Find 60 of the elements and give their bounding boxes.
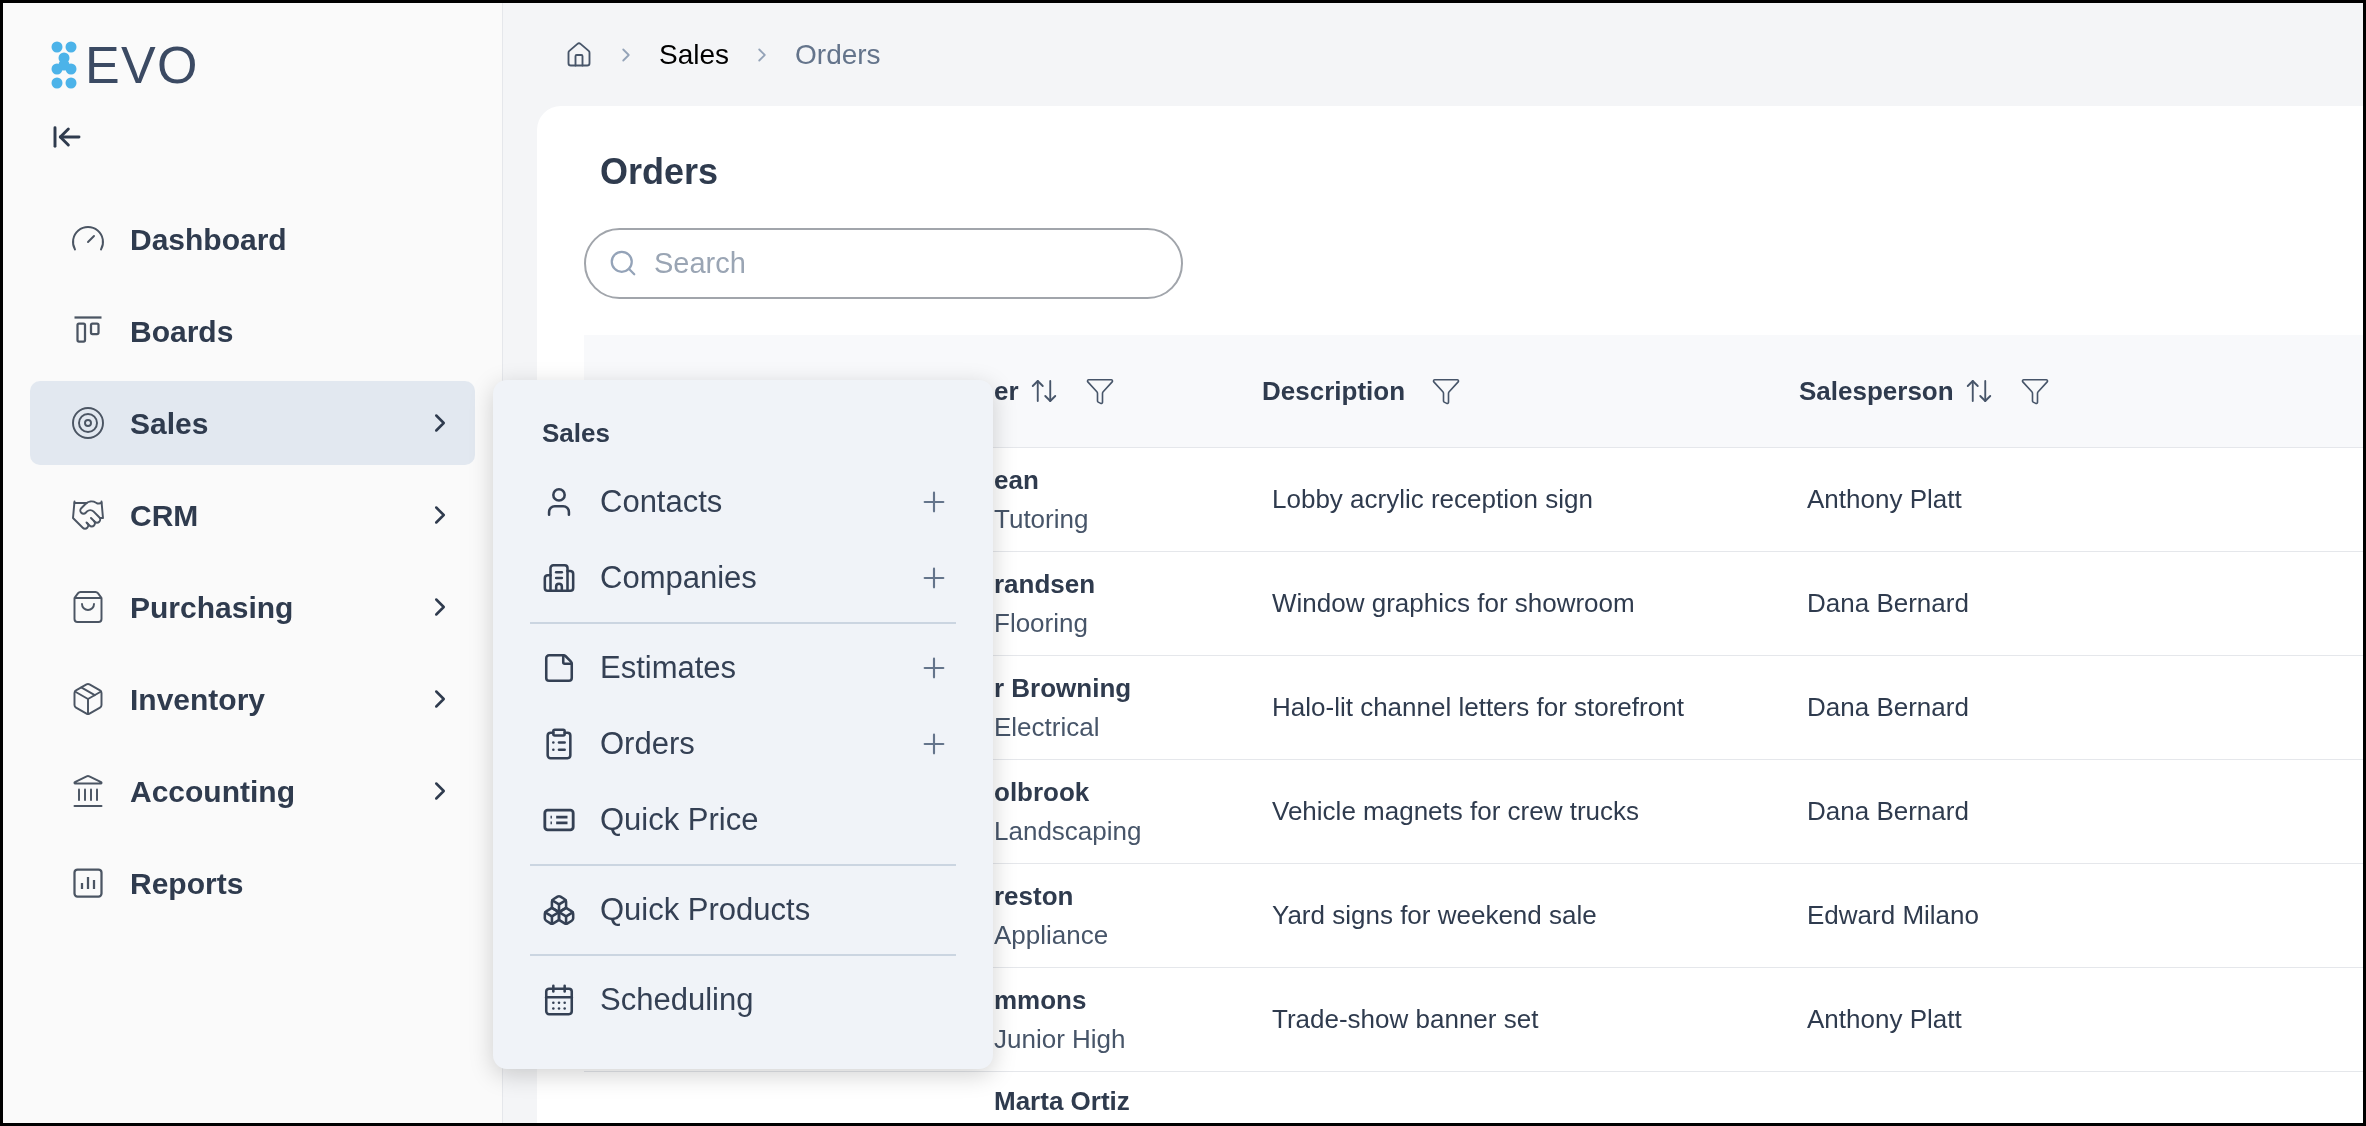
table-cell: Window graphics for showroom [1272, 588, 1635, 618]
submenu-item[interactable]: Estimates [530, 630, 914, 706]
search-field[interactable]: Search [584, 228, 1183, 299]
customer-name: olbrook [994, 775, 1091, 809]
filter-icon[interactable] [2019, 376, 2050, 406]
submenu-item[interactable]: Companies [530, 540, 914, 616]
customer-name: randsen [994, 567, 1097, 601]
table-cell: Vehicle magnets for crew trucks [1272, 796, 1640, 826]
submenu-title: Sales [541, 417, 611, 450]
note-icon [542, 651, 576, 685]
company-name: Tutoring [994, 502, 1090, 536]
column-header: er [994, 374, 1019, 408]
table-cell: Anthony Platt [1807, 484, 1962, 514]
sidebar-item[interactable]: Accounting [30, 749, 475, 833]
home-icon[interactable] [565, 40, 593, 69]
breadcrumb-link[interactable]: Orders [795, 33, 881, 76]
company-name: Landscaping [994, 814, 1143, 848]
calendar-icon [542, 983, 576, 1017]
sidebar-item[interactable]: Purchasing [30, 565, 475, 649]
table-cell: Dana Bernard [1807, 692, 1969, 722]
customer-name: ean [994, 463, 1040, 497]
search-icon [608, 248, 638, 278]
submenu-item[interactable]: Quick Products [530, 872, 956, 948]
sidebar-item[interactable]: Reports [30, 841, 475, 925]
sidebar-item[interactable]: Sales [30, 381, 475, 465]
customer-name: Marta Ortiz [994, 1085, 1131, 1118]
submenu-item[interactable]: Contacts [530, 464, 914, 540]
building-icon [542, 561, 576, 595]
table-cell: Anthony Platt [1807, 1004, 1962, 1034]
customer-name: mmons [994, 983, 1088, 1017]
logo-text: EVO [85, 39, 199, 91]
sidebar-item[interactable]: Dashboard [30, 197, 475, 281]
company-name: Flooring [994, 606, 1089, 640]
sidebar-item[interactable]: Inventory [30, 657, 475, 741]
customer-name: reston [994, 879, 1075, 913]
table-cell: Lobby acrylic reception sign [1272, 484, 1593, 514]
column-header: Description [1262, 374, 1406, 408]
table-cell: Edward Milano [1807, 900, 1979, 930]
target-icon [70, 405, 106, 441]
table-cell: Dana Bernard [1807, 796, 1969, 826]
filter-icon[interactable] [1431, 376, 1462, 406]
cubes-icon [542, 893, 576, 927]
page-title: Orders [599, 150, 720, 194]
submenu-item[interactable]: Quick Price [530, 782, 956, 858]
company-name: Electrical [994, 710, 1101, 744]
bar-chart-icon [70, 865, 106, 901]
filter-icon[interactable] [1084, 376, 1115, 406]
submenu-item[interactable]: Orders [530, 706, 914, 782]
table-cell: Halo-lit channel letters for storefront [1272, 692, 1684, 722]
submenu-item[interactable]: Scheduling [530, 962, 956, 1038]
sidebar-item[interactable]: Boards [30, 289, 475, 373]
table-cell: Trade-show banner set [1272, 1004, 1539, 1034]
company-name: Appliance [994, 918, 1110, 952]
column-header: Salesperson [1799, 374, 1954, 408]
company-name: Junior High [994, 1022, 1127, 1056]
sidebar-item[interactable]: CRM [30, 473, 475, 557]
table-cell: Dana Bernard [1807, 588, 1969, 618]
table-cell: Yard signs for weekend sale [1272, 900, 1597, 930]
customer-name: r Browning [994, 671, 1133, 705]
breadcrumb-link[interactable]: Sales [659, 33, 730, 76]
